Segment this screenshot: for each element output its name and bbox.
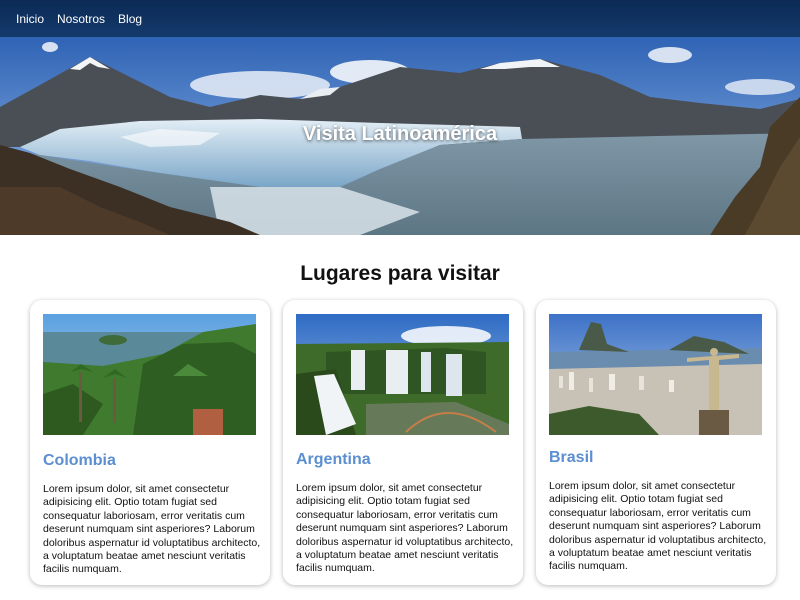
card-title: Argentina bbox=[296, 451, 371, 468]
card-description: Lorem ipsum dolor, sit amet consectetur … bbox=[43, 483, 261, 576]
destination-card-brasil: Brasil Lorem ipsum dolor, sit amet conse… bbox=[536, 300, 776, 585]
top-navbar: Inicio Nosotros Blog bbox=[0, 0, 800, 37]
card-title: Colombia bbox=[43, 452, 116, 469]
argentina-waterfalls-image bbox=[296, 314, 509, 435]
card-title: Brasil bbox=[549, 449, 594, 466]
hero-title: Visita Latinoamérica bbox=[302, 123, 498, 145]
hero-banner: Visita Latinoamérica bbox=[0, 37, 800, 235]
colombia-beach-image bbox=[43, 314, 256, 435]
nav-link-inicio[interactable]: Inicio bbox=[16, 12, 44, 26]
nav-link-blog[interactable]: Blog bbox=[118, 12, 142, 26]
card-description: Lorem ipsum dolor, sit amet consectetur … bbox=[296, 482, 514, 575]
brasil-rio-image bbox=[549, 314, 762, 435]
destination-card-colombia: Colombia Lorem ipsum dolor, sit amet con… bbox=[30, 300, 270, 585]
section-title: Lugares para visitar bbox=[300, 262, 500, 285]
destination-card-argentina: Argentina Lorem ipsum dolor, sit amet co… bbox=[283, 300, 523, 585]
nav-link-nosotros[interactable]: Nosotros bbox=[57, 12, 105, 26]
card-description: Lorem ipsum dolor, sit amet consectetur … bbox=[549, 480, 767, 573]
